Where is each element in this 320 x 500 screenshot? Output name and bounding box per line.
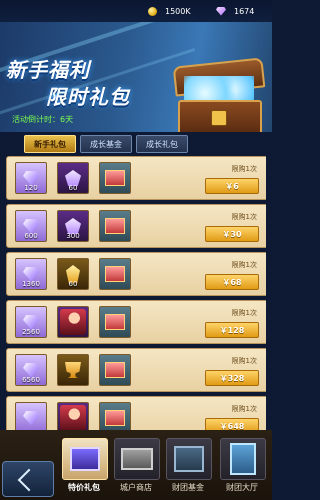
purchase-limit: 限购1次 — [231, 357, 257, 365]
reward-slot-gift[interactable] — [99, 306, 131, 338]
tab-growth-pack[interactable]: 成长礼包 — [136, 135, 188, 153]
purchase-limit: 限购1次 — [231, 213, 257, 221]
offer-row: 限购1次 ￥648 — [6, 396, 266, 430]
purchase-limit: 限购1次 — [231, 261, 257, 269]
store-icon — [121, 448, 153, 470]
diamond-icon — [23, 219, 39, 233]
banner-title-line1: 新手福利 — [6, 58, 90, 82]
reward-qty: 2560 — [22, 328, 40, 336]
reward-qty: 60 — [68, 184, 78, 192]
price-button[interactable]: ￥648 — [205, 418, 259, 430]
nav-consortium-fund[interactable]: 财团基金 — [160, 438, 216, 496]
countdown-value: 6天 — [60, 115, 74, 124]
reward-slot-diamond[interactable]: 2560 — [15, 306, 47, 338]
reward-slot-gift[interactable] — [99, 402, 131, 430]
reward-slot-diamond[interactable]: 1360 — [15, 258, 47, 290]
chest-lock-icon — [211, 110, 227, 126]
event-banner: 新手福利 限时礼包 活动倒计时：6天 — [0, 22, 272, 132]
reward-slot-gift[interactable] — [99, 258, 131, 290]
price-button[interactable]: ￥328 — [205, 370, 259, 386]
tab-bar: 新手礼包 成长基金 成长礼包 — [0, 134, 272, 154]
banner-title-line2: 限时礼包 — [46, 85, 130, 109]
offer-row: 600 300 限购1次 ￥30 — [6, 204, 266, 248]
reward-qty: 1360 — [22, 280, 40, 288]
nav-label: 财团基金 — [172, 483, 204, 492]
reward-slot-hero[interactable] — [57, 306, 89, 338]
gem-icon — [216, 6, 226, 16]
event-countdown: 活动倒计时：6天 — [12, 114, 73, 125]
city-shop-pic — [114, 438, 160, 480]
coin-icon — [148, 6, 157, 16]
price-button[interactable]: ￥68 — [205, 274, 259, 290]
reward-slot-diamond[interactable] — [15, 402, 47, 430]
bank-icon — [174, 446, 204, 472]
diamond-icon — [23, 267, 39, 281]
tab-label: 成长礼包 — [146, 139, 178, 149]
gift-box-icon — [105, 218, 125, 234]
reward-slot-diamond[interactable]: 600 — [15, 210, 47, 242]
reward-slot-hero[interactable] — [57, 402, 89, 430]
nav-label: 特价礼包 — [68, 483, 100, 492]
reward-qty: 120 — [24, 184, 38, 192]
special-packs-pic — [62, 438, 108, 480]
gift-box-icon — [105, 362, 125, 378]
gem-amount: 1674 — [234, 6, 255, 16]
shop-icon — [70, 447, 100, 471]
purchase-limit: 限购1次 — [231, 405, 257, 413]
nav-city-shop[interactable]: 城户商店 — [108, 438, 164, 496]
gift-box-icon — [105, 410, 125, 426]
price-button[interactable]: ￥30 — [205, 226, 259, 242]
back-button[interactable] — [2, 461, 54, 497]
price-button[interactable]: ￥128 — [205, 322, 259, 338]
price-button[interactable]: ￥6 — [205, 178, 259, 194]
diamond-icon — [23, 315, 39, 329]
tab-newbie-pack[interactable]: 新手礼包 — [24, 135, 76, 153]
offer-row: 2560 限购1次 ￥128 — [6, 300, 266, 344]
offer-list[interactable]: 120 60 限购1次 ￥6 600 300 限购1次 ￥30 1360 60 … — [6, 154, 266, 430]
reward-slot-gift[interactable] — [99, 162, 131, 194]
nav-label: 财团大厅 — [226, 483, 258, 492]
hero-portrait-icon — [60, 405, 86, 430]
gift-box-icon — [105, 266, 125, 282]
tab-label: 成长基金 — [90, 139, 122, 149]
diamond-icon — [23, 363, 39, 377]
reward-slot-diamond[interactable]: 120 — [15, 162, 47, 194]
treasure-chest-icon — [164, 56, 270, 132]
offer-row: 6560 限购1次 ￥328 — [6, 348, 266, 392]
consortium-fund-pic — [166, 438, 212, 480]
countdown-label: 活动倒计时： — [12, 115, 60, 124]
reward-qty: 60 — [68, 280, 78, 288]
consortium-hall-pic — [220, 438, 266, 480]
coin-amount: 1500K — [165, 6, 191, 16]
diamond-icon — [23, 171, 39, 185]
offer-row: 120 60 限购1次 ￥6 — [6, 156, 266, 200]
gift-box-icon — [105, 314, 125, 330]
building-icon — [230, 443, 256, 475]
trophy-icon — [65, 362, 81, 378]
reward-slot-badge[interactable]: 60 — [57, 162, 89, 194]
tab-growth-fund[interactable]: 成长基金 — [80, 135, 132, 153]
nav-special-packs[interactable]: 特价礼包 — [56, 438, 112, 496]
top-bar: 1500K 1674 — [0, 0, 272, 22]
reward-slot-diamond[interactable]: 6560 — [15, 354, 47, 386]
reward-slot-badge[interactable]: 300 — [57, 210, 89, 242]
offer-row: 1360 60 限购1次 ￥68 — [6, 252, 266, 296]
gem-balance: 1674 — [216, 4, 254, 18]
hero-portrait-icon — [60, 309, 86, 335]
purchase-limit: 限购1次 — [231, 165, 257, 173]
reward-qty: 300 — [66, 232, 80, 240]
reward-slot-topaz[interactable]: 60 — [57, 258, 89, 290]
diamond-icon — [23, 411, 39, 425]
nav-label: 城户商店 — [120, 483, 152, 492]
reward-slot-gift[interactable] — [99, 354, 131, 386]
reward-slot-gift[interactable] — [99, 210, 131, 242]
purchase-limit: 限购1次 — [231, 309, 257, 317]
tab-label: 新手礼包 — [34, 139, 66, 149]
nav-consortium-hall[interactable]: 财团大厅 — [214, 438, 270, 496]
gift-box-icon — [105, 170, 125, 186]
reward-qty: 600 — [24, 232, 38, 240]
coin-balance: 1500K — [148, 4, 191, 18]
reward-qty: 6560 — [22, 376, 40, 384]
reward-slot-trophy[interactable] — [57, 354, 89, 386]
